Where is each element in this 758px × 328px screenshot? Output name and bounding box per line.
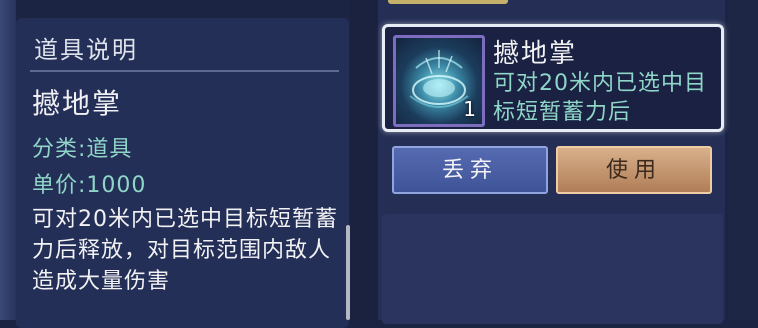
discard-button[interactable]: 丢弃 (392, 146, 548, 194)
description-scrollbar[interactable] (346, 225, 350, 320)
card-item-description: 可对20米内已选中目标短暂蓄力后 (493, 71, 707, 125)
description-panel-title: 道具说明 (34, 36, 138, 64)
title-divider (30, 70, 339, 72)
background-right-edge (728, 0, 758, 320)
use-button[interactable]: 使用 (556, 146, 712, 194)
item-category-row: 分类:道具 (32, 131, 132, 163)
card-item-name: 撼地掌 (493, 39, 578, 69)
price-value: 1000 (86, 173, 147, 198)
item-description-panel: 道具说明 撼地掌 分类:道具 单价:1000 可对20米内已选中目标短暂蓄力后释… (16, 18, 349, 328)
category-label: 分类: (32, 137, 87, 162)
category-value: 道具 (86, 137, 133, 162)
top-tab-edge (388, 0, 508, 4)
item-price-row: 单价:1000 (32, 167, 146, 199)
ground-palm-skill-icon: 1 (396, 38, 482, 124)
background-left-edge (0, 0, 16, 320)
item-count: 1 (463, 97, 476, 121)
price-label: 单价: (32, 173, 87, 198)
background-gap (350, 0, 378, 320)
item-name-heading: 撼地掌 (32, 87, 123, 120)
inventory-empty-area (382, 214, 723, 324)
item-description-text: 可对20米内已选中目标短暂蓄力后释放，对目标范围内敌人造成大量伤害 (32, 207, 338, 294)
item-icon-frame[interactable]: 1 (393, 35, 485, 127)
selected-item-card[interactable]: 1 撼地掌 可对20米内已选中目标短暂蓄力后 (382, 24, 724, 132)
inventory-panel: 1 撼地掌 可对20米内已选中目标短暂蓄力后 丢弃 使用 (378, 0, 725, 324)
